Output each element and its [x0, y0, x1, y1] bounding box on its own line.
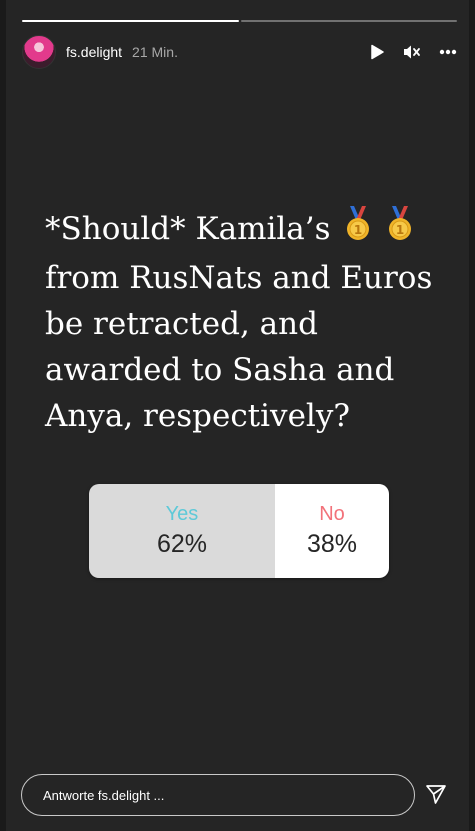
poll-option-no[interactable]: No 38% [275, 484, 389, 578]
more-icon[interactable] [439, 49, 457, 55]
story-progress [22, 20, 457, 22]
poll-option-percent: 62% [156, 530, 208, 558]
post-time: 21 Min. [132, 44, 178, 60]
story-header: fs.delight 21 Min. [22, 35, 457, 69]
question-text-rest: from RusNats and Euros be retracted, and… [45, 260, 433, 434]
poll-option-yes[interactable]: Yes 62% [89, 484, 275, 578]
poll: Yes 62% No 38% [89, 484, 389, 578]
progress-segment-active [22, 20, 239, 22]
mute-icon[interactable] [403, 44, 421, 60]
svg-text:1: 1 [354, 223, 362, 237]
reply-input[interactable]: Antworte fs.delight ... [21, 774, 415, 816]
gold-medal-icon: 1 [344, 206, 372, 255]
progress-segment-next [240, 20, 457, 22]
send-icon[interactable] [425, 783, 447, 810]
poll-question: *Should* Kamila’s 1 1 from RusNats and E… [45, 206, 455, 439]
username[interactable]: fs.delight [66, 44, 122, 60]
poll-option-label: Yes [165, 503, 199, 525]
svg-text:1: 1 [396, 223, 404, 237]
reply-placeholder: Antworte fs.delight ... [43, 787, 165, 803]
question-text: *Should* Kamila’s [45, 211, 331, 247]
poll-option-percent: 38% [306, 530, 358, 558]
story-viewer: fs.delight 21 Min. *Should* Kamila’s 1 1… [6, 0, 469, 831]
avatar[interactable] [22, 35, 56, 69]
poll-option-label: No [319, 503, 345, 525]
gold-medal-icon: 1 [386, 206, 414, 255]
play-icon[interactable] [369, 44, 385, 60]
header-controls [369, 44, 457, 60]
